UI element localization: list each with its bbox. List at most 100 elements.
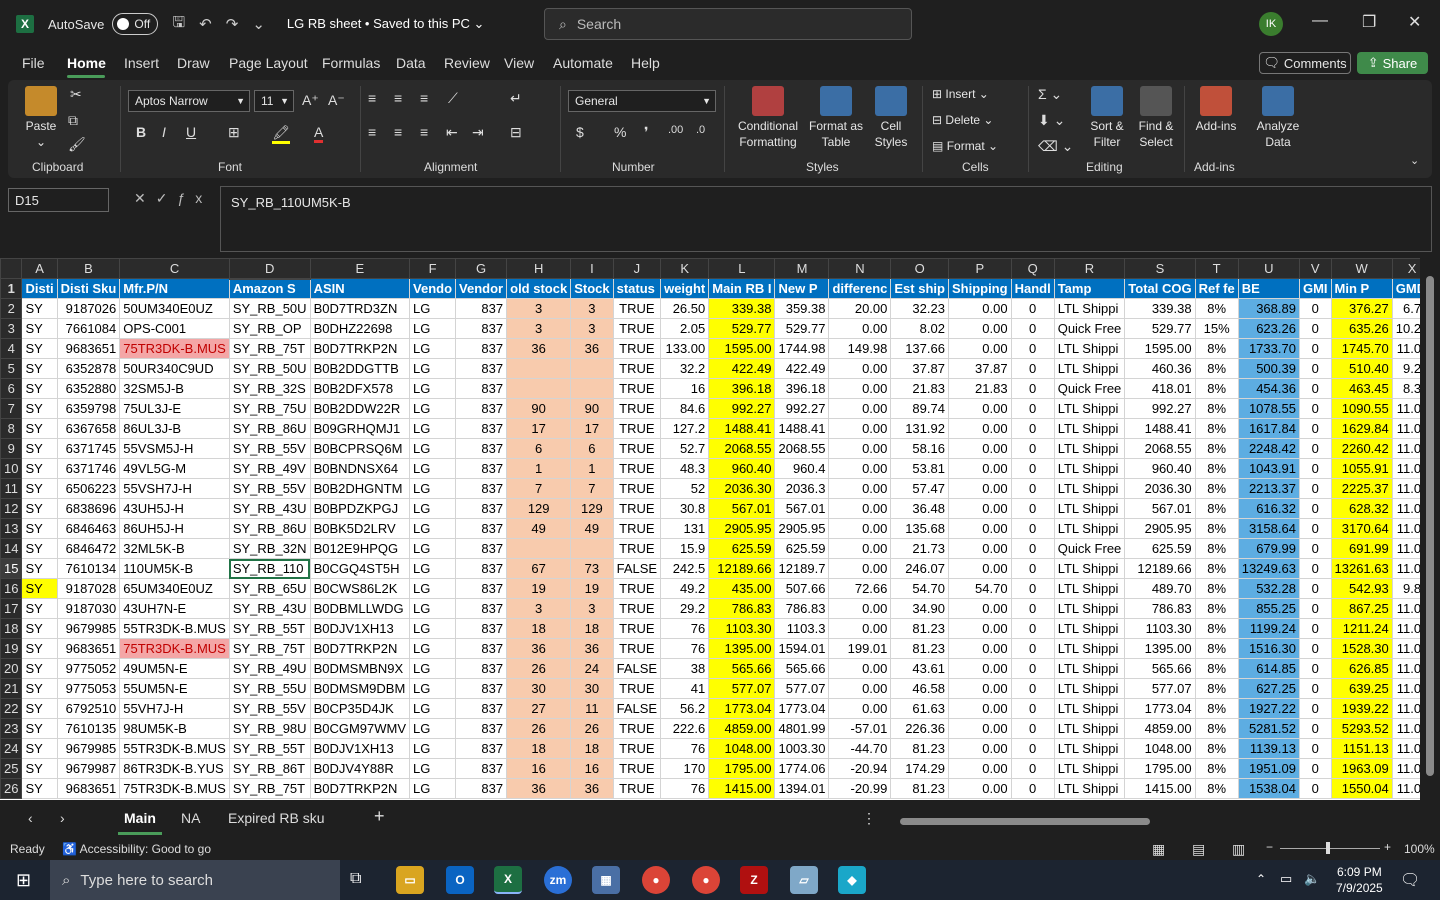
cell[interactable]: 837 [455,538,508,559]
cell[interactable]: 149.98 [828,338,892,359]
cell[interactable]: 542.93 [1330,578,1393,599]
header-cell[interactable]: GMD [1391,278,1420,299]
cell[interactable]: 396.18 [708,378,776,399]
cell[interactable]: LG [409,378,457,399]
format-as-table-button[interactable]: Format as Table [808,86,864,150]
italic-icon[interactable]: I [162,124,166,140]
bold-icon[interactable]: B [136,124,146,140]
cell[interactable]: 3 [570,598,614,619]
vertical-scrollbar[interactable] [1420,258,1440,800]
cell[interactable]: 131 [660,518,710,539]
cell[interactable]: 2068.55 [708,438,776,459]
cell[interactable]: LTL Shippi [1053,458,1126,479]
column-header[interactable]: S [1124,258,1196,279]
zoom-slider[interactable] [1280,848,1380,849]
cell[interactable]: 0.00 [828,418,892,439]
restore-icon[interactable]: ❐ [1362,12,1376,32]
cell[interactable]: TRUE [612,598,662,619]
cell[interactable]: 376.27 [1330,298,1393,319]
cell[interactable]: 0 [1010,518,1055,539]
cell[interactable]: 0 [1010,758,1055,779]
cell[interactable]: 2905.95 [708,518,776,539]
cell[interactable]: 8% [1194,678,1239,699]
font-size-select[interactable]: 11 ▼ [254,90,294,112]
cell[interactable]: 11.04 [1391,398,1420,419]
cell[interactable]: 55VSM5J-H [119,438,230,459]
cell[interactable]: LG [409,498,457,519]
cell[interactable]: 0.00 [947,438,1012,459]
cell[interactable]: 54.70 [947,578,1012,599]
row-header[interactable]: 13 [0,518,23,539]
cell[interactable]: SY [21,598,58,619]
cell[interactable]: 1773.04 [774,698,830,719]
column-header[interactable]: H [506,258,572,279]
column-header[interactable]: U [1237,258,1300,279]
cell[interactable]: 396.18 [774,378,830,399]
zoom-out-icon[interactable]: − [1266,840,1273,854]
cell[interactable]: 635.26 [1330,318,1393,339]
tab-draw[interactable]: Draw [177,55,210,71]
row-header[interactable]: 15 [0,558,23,579]
header-cell[interactable]: Amazon S [228,278,311,299]
cell[interactable]: 8% [1194,478,1239,499]
cell[interactable]: 577.07 [708,678,776,699]
cell[interactable]: 2225.37 [1330,478,1393,499]
cell[interactable]: 2248.42 [1237,438,1300,459]
cell[interactable]: 30.8 [660,498,710,519]
cell[interactable]: 837 [455,698,508,719]
cell[interactable]: 3170.64 [1330,518,1393,539]
cell[interactable]: 32ML5K-B [119,538,230,559]
column-header[interactable]: D [228,258,311,280]
row-header[interactable]: 26 [0,778,23,799]
cell[interactable]: TRUE [612,578,662,599]
row-header[interactable]: 10 [0,458,23,479]
cell[interactable]: LG [409,658,457,679]
notes-app-icon[interactable]: ▱ [790,866,818,894]
cell[interactable]: B0B2DFX578 [309,378,411,399]
row-header[interactable]: 5 [0,358,23,379]
column-header[interactable]: I [570,258,614,279]
cell[interactable]: TRUE [612,498,662,519]
cell[interactable]: LTL Shippi [1053,658,1126,679]
cell[interactable]: 1488.41 [774,418,830,439]
column-header[interactable]: Q [1010,258,1055,279]
cell[interactable]: 837 [455,378,508,399]
cell[interactable]: 90 [570,398,614,419]
prev-sheet-icon[interactable]: ‹ [28,810,33,826]
network-icon[interactable]: ▭ [1280,871,1292,887]
cell[interactable]: 7 [506,478,572,499]
header-cell[interactable]: Mfr.P/N [119,278,230,299]
header-cell[interactable]: Tamp [1053,278,1126,299]
cell[interactable]: SY [21,738,58,759]
cell[interactable]: 567.01 [774,498,830,519]
cell[interactable]: -20.94 [828,758,892,779]
cell[interactable]: LG [409,598,457,619]
cell[interactable]: 1415.00 [708,778,776,799]
cell[interactable]: -44.70 [828,738,892,759]
cell[interactable]: TRUE [612,718,662,739]
cell[interactable]: 36 [570,338,614,359]
cell[interactable]: 11.04 [1391,418,1420,439]
cell[interactable]: 8.36 [1391,378,1420,399]
cell[interactable]: 1951.09 [1237,758,1300,779]
format-cells-button[interactable]: ▤ Format ⌄ [932,138,998,154]
cell[interactable]: 11.04 [1391,538,1420,559]
cell[interactable]: 837 [455,458,508,479]
cell[interactable]: 0 [1010,658,1055,679]
cell[interactable]: 6506223 [56,478,121,499]
cell[interactable]: 2905.95 [774,518,830,539]
cell[interactable]: 17 [506,418,572,439]
row-header[interactable]: 19 [0,638,23,659]
zoom-level[interactable]: 100% [1404,842,1435,856]
cell[interactable]: SY_RB_32S [228,378,311,399]
cell[interactable]: 17 [570,418,614,439]
tab-automate[interactable]: Automate [553,55,613,71]
cell[interactable]: 6367658 [56,418,121,439]
cell[interactable]: 565.66 [774,658,830,679]
cell[interactable]: LTL Shippi [1053,778,1126,799]
cell[interactable]: 137.66 [890,338,949,359]
cell[interactable]: LG [409,778,457,799]
cell[interactable]: 1055.91 [1330,458,1393,479]
cell[interactable]: 246.07 [890,558,949,579]
cell[interactable]: LTL Shippi [1053,338,1126,359]
